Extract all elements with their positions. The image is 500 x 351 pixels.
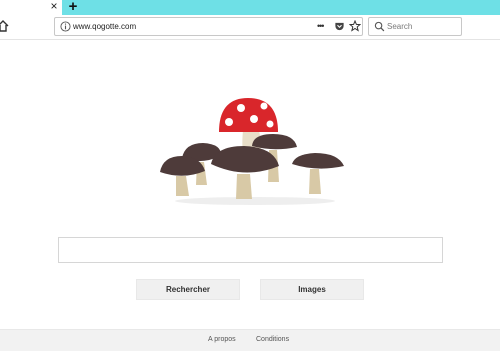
info-icon[interactable]: [60, 21, 71, 32]
about-link[interactable]: A propos: [208, 335, 236, 345]
query-input[interactable]: [58, 237, 443, 263]
home-icon[interactable]: [0, 19, 10, 33]
browser-toolbar: www.qogotte.com ••• Search: [0, 15, 500, 40]
bookmark-star-icon[interactable]: [349, 20, 361, 32]
search-placeholder: Search: [387, 22, 413, 31]
page-actions-icon[interactable]: •••: [317, 19, 325, 34]
images-button[interactable]: Images: [260, 279, 364, 300]
address-bar[interactable]: www.qogotte.com •••: [54, 17, 363, 36]
new-tab-icon[interactable]: +: [66, 0, 80, 15]
footer: A propos Conditions: [0, 329, 500, 351]
pocket-icon[interactable]: [334, 21, 345, 32]
search-button[interactable]: Rechercher: [136, 279, 240, 300]
active-tab[interactable]: ×: [0, 0, 62, 15]
tab-strip: × +: [0, 0, 500, 15]
search-icon: [374, 21, 385, 32]
terms-link[interactable]: Conditions: [256, 335, 289, 345]
url-text[interactable]: www.qogotte.com: [73, 21, 136, 32]
search-bar[interactable]: Search: [368, 17, 462, 36]
close-tab-icon[interactable]: ×: [48, 0, 60, 14]
mushrooms-logo: [160, 98, 344, 205]
